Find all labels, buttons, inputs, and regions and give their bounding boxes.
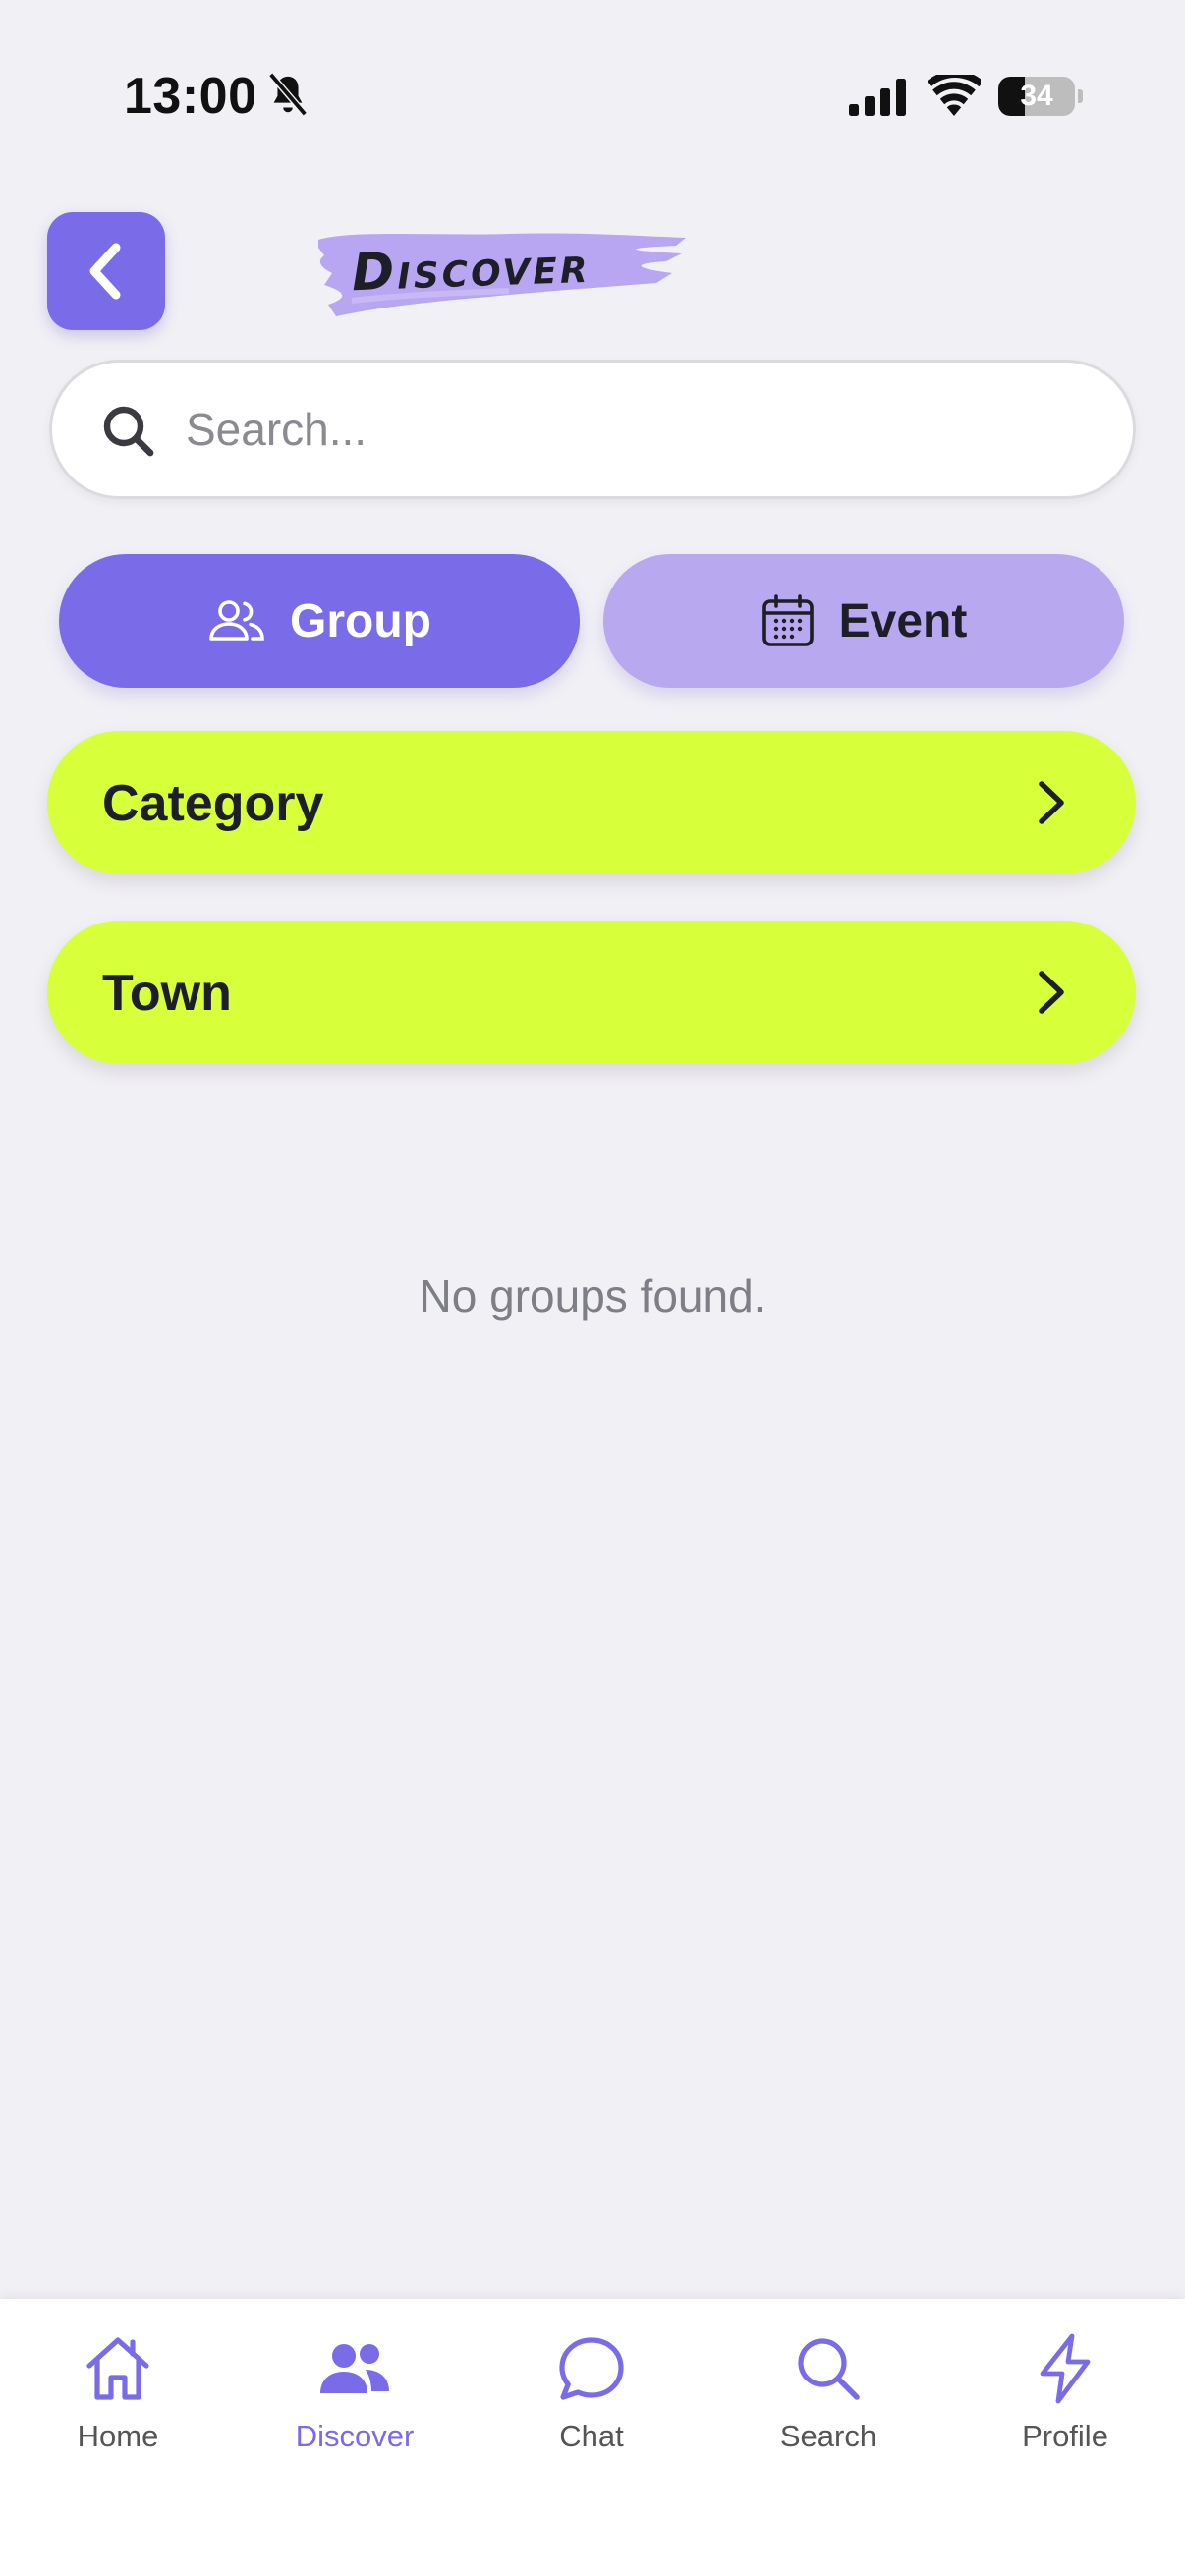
calendar-icon bbox=[762, 594, 814, 646]
battery-indicator: 34 bbox=[998, 77, 1083, 116]
wifi-icon bbox=[928, 75, 981, 116]
search-icon bbox=[798, 2338, 860, 2400]
event-toggle-button[interactable]: Event bbox=[603, 554, 1124, 688]
empty-state-message: No groups found. bbox=[419, 1270, 766, 1321]
group-toggle-label: Group bbox=[290, 594, 431, 647]
town-filter-label: Town bbox=[102, 965, 232, 1022]
discover-screen: 13:00 34 Discover Search... Group Event … bbox=[0, 0, 1185, 2576]
nav-label-discover: Discover bbox=[295, 2419, 415, 2453]
chevron-right-icon bbox=[1039, 971, 1064, 1014]
town-filter-row[interactable]: Town bbox=[47, 921, 1136, 1064]
chevron-left-icon bbox=[89, 243, 121, 300]
nav-item-search[interactable]: Search bbox=[730, 2332, 927, 2480]
nav-item-chat[interactable]: Chat bbox=[493, 2332, 690, 2480]
battery-percentage: 34 bbox=[1020, 80, 1053, 112]
status-time: 13:00 bbox=[124, 68, 257, 125]
nav-label-profile: Profile bbox=[1022, 2419, 1108, 2453]
lightning-icon bbox=[1040, 2333, 1091, 2404]
chat-bubble-icon bbox=[559, 2337, 624, 2400]
nav-label-search: Search bbox=[779, 2419, 877, 2453]
bottom-navigation: Home Discover Chat Search Profile bbox=[0, 2299, 1185, 2576]
nav-item-home[interactable]: Home bbox=[20, 2332, 216, 2480]
search-input[interactable] bbox=[186, 382, 1090, 476]
bell-off-icon bbox=[268, 72, 308, 117]
search-bar[interactable] bbox=[49, 360, 1136, 499]
search-icon bbox=[103, 406, 154, 457]
category-filter-label: Category bbox=[102, 775, 324, 832]
event-toggle-label: Event bbox=[838, 594, 968, 647]
nav-item-profile[interactable]: Profile bbox=[967, 2332, 1163, 2480]
cellular-signal-icon bbox=[849, 79, 906, 116]
people-icon bbox=[320, 2344, 389, 2393]
nav-label-chat: Chat bbox=[559, 2419, 624, 2453]
people-outline-icon bbox=[209, 600, 264, 641]
status-bar: 13:00 34 bbox=[0, 0, 1185, 196]
chevron-right-icon bbox=[1039, 781, 1064, 824]
nav-item-discover[interactable]: Discover bbox=[256, 2332, 453, 2480]
category-filter-row[interactable]: Category bbox=[47, 731, 1136, 874]
nav-label-home: Home bbox=[77, 2419, 159, 2453]
group-toggle-button[interactable]: Group bbox=[59, 554, 580, 688]
page-title-container: Discover bbox=[312, 222, 690, 324]
page-title: Discover bbox=[351, 235, 592, 304]
home-icon bbox=[86, 2337, 149, 2400]
back-button[interactable] bbox=[47, 212, 165, 330]
